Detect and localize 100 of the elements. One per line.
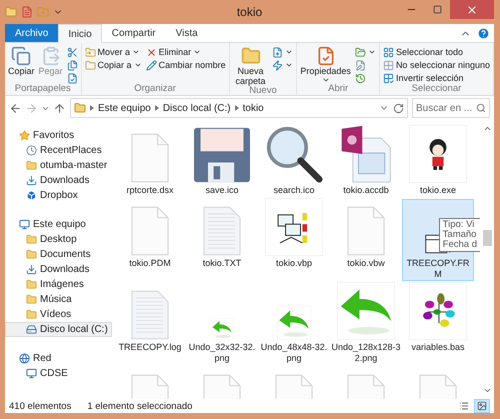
ribbon-button[interactable]: Invertir selección [382,72,490,84]
undo-arrow-icon [277,306,311,340]
open-folder-icon [354,46,366,58]
blank-file-icon [131,133,169,183]
file-item[interactable]: tokio.vbw [330,199,402,281]
nav-item[interactable]: otumba-master [5,158,112,173]
folder-icon [26,234,37,245]
edit-icon [354,60,366,70]
nav-item[interactable]: Downloads [5,173,112,188]
icons-view-button[interactable] [474,399,490,413]
breadcrumb[interactable]: tokio [242,102,264,114]
nav-item[interactable]: Red [5,351,112,366]
files-icon [66,60,78,70]
file-item[interactable]: tokio.vbp [258,199,330,281]
network-icon [19,353,30,364]
back-icon[interactable] [9,102,22,114]
caret-icon [322,76,330,84]
scroll-up-icon[interactable] [482,124,492,133]
nav-item[interactable]: RecentPlaces [5,143,112,158]
nav-item[interactable]: Documents [5,247,112,262]
module-diagram-icon [409,282,467,340]
nav-item[interactable]: Desktop [5,232,112,247]
nav-item[interactable]: Disco local (C:) [5,322,112,337]
nav-item[interactable]: Este equipo [5,217,112,232]
ribbon-button[interactable]: Copiar [8,46,35,76]
file-tab[interactable]: Archivo [5,24,58,42]
file-item[interactable]: Undo_32x32-32.png [186,283,258,365]
ribbon-button[interactable]: Cambiar nombre [146,59,226,71]
file-item[interactable]: Undo_128x128-32.png [330,283,402,365]
group-label: Seleccionar [410,84,462,95]
maximize-icon [432,5,442,14]
chevron-icon [154,105,159,111]
file-item[interactable]: search.ico [258,126,330,197]
document-check-icon [316,46,336,66]
search-icon [476,103,486,113]
history-icon [354,72,366,84]
file-item[interactable]: Undo_48x48-32.png [258,283,330,365]
ribbon-icon-button[interactable] [354,46,376,58]
group-label: Organizar [133,84,177,95]
file-item[interactable]: tokio.exe [402,126,474,197]
file-item[interactable]: save.ico [186,126,258,197]
scroll-down-icon[interactable] [482,386,492,395]
status-text: 410 elementos [9,400,72,412]
copy-icon [11,46,32,66]
ribbon-icon-button[interactable] [272,59,294,71]
blank-file-icon [131,206,169,256]
nav-item[interactable]: Vídeos [5,307,112,322]
refresh-icon[interactable] [393,102,404,114]
project-diagram-icon [265,198,323,256]
tooltip: Tipo: Vi Tamaño Fecha d [438,218,480,252]
grid-icon [382,60,394,70]
file-item[interactable]: variables.bas [402,283,474,365]
ribbon-tab[interactable]: Inicio [58,24,102,43]
ribbon-icon-button[interactable] [66,72,78,84]
ribbon-button[interactable]: Mover a [84,46,142,58]
scissors-icon [66,46,78,58]
grid-icon [382,46,394,58]
ribbon-button[interactable]: Copiar a [84,59,142,71]
ribbon-icon-button[interactable] [66,59,78,71]
ribbon-button[interactable]: Nueva carpeta [232,46,268,86]
scrollbar-thumb[interactable] [482,230,492,246]
box-icon [26,190,37,201]
group-label: Nuevo [249,86,278,96]
ribbon-icon-button[interactable] [272,46,294,58]
nav-item[interactable]: CDSE [5,366,112,381]
grid-check-icon [382,72,394,84]
folder-icon [26,309,37,320]
folder-icon [26,160,37,171]
ribbon-button[interactable]: Propiedades [300,46,351,84]
file-item[interactable]: tokio.TXT [186,199,258,281]
breadcrumb[interactable]: Disco local (C:) [162,102,231,114]
nav-item[interactable]: Dropbox [5,188,112,203]
ribbon-button[interactable]: Seleccionar todo [382,46,490,58]
star-icon [19,130,30,141]
ribbon-button[interactable]: No seleccionar ninguno [382,59,490,71]
nav-item[interactable]: Música [5,292,112,307]
file-item[interactable]: rptcorte.dsx [114,126,186,197]
text-file-icon [131,290,169,340]
nav-item[interactable]: Favoritos [5,128,112,143]
computer-icon [19,219,30,230]
lightning-icon [272,60,284,70]
nav-item[interactable]: Downloads [5,262,112,277]
breadcrumb[interactable]: Este equipo [98,102,151,114]
file-item[interactable]: TREECOPY.log [114,283,186,365]
close-icon [466,4,478,16]
close-button[interactable] [450,0,494,19]
download-icon [26,264,37,275]
up-icon[interactable] [53,102,66,114]
folder-icon [84,60,96,70]
help-icon[interactable] [477,26,490,40]
nav-item[interactable]: Imágenes [5,277,112,292]
ribbon-icon-button[interactable] [66,46,78,58]
folder-arrow-icon [84,46,96,58]
folder-icon [26,279,37,290]
ribbon-button[interactable]: Eliminar [146,46,226,58]
file-item[interactable]: tokio.accdb [330,126,402,197]
search-field[interactable]: Buscar en ... [412,98,490,118]
address-bar[interactable]: Este equipo Disco local (C:) tokio [70,98,408,118]
folder-icon [26,249,37,260]
file-item[interactable]: tokio.PDM [114,199,186,281]
